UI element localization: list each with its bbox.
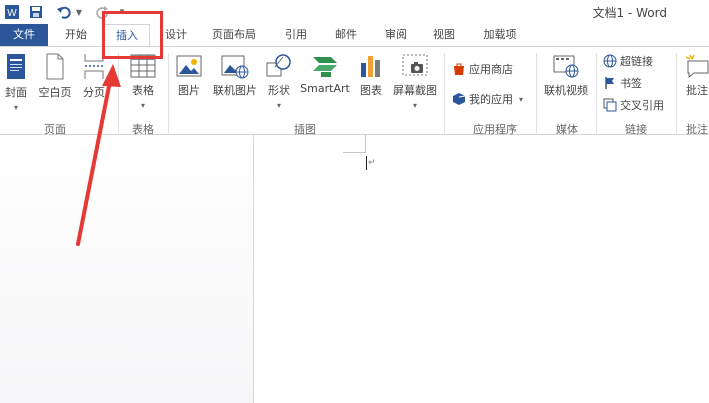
cover-page-button[interactable]: 封面 ▾ <box>2 53 30 113</box>
shapes-button[interactable]: 形状 ▾ <box>264 53 294 111</box>
document-left-margin <box>0 135 253 403</box>
tab-design[interactable]: 设计 <box>160 24 192 46</box>
tab-page-layout[interactable]: 页面布局 <box>206 24 262 46</box>
tab-home[interactable]: 开始 <box>56 24 96 46</box>
save-icon[interactable] <box>26 2 46 22</box>
undo-icon[interactable] <box>54 2 74 22</box>
shapes-icon <box>266 54 291 77</box>
cross-reference-button[interactable]: 交叉引用 <box>603 97 664 113</box>
tab-references[interactable]: 引用 <box>280 24 312 46</box>
tab-view[interactable]: 视图 <box>428 24 460 46</box>
tab-addins[interactable]: 加载项 <box>478 24 522 46</box>
paragraph-mark-icon: ↵ <box>368 158 376 168</box>
chart-button[interactable]: 图表 <box>356 53 386 98</box>
margin-corner-mark-horizontal <box>343 152 366 153</box>
office-store-button[interactable]: 应用商店 <box>452 61 513 77</box>
ribbon-insert: 封面 ▾ 空白页 分页 页面 表格 ▾ 表格 图片 联机图片 形状 ▾ Smar… <box>0 46 709 136</box>
text-cursor[interactable] <box>366 156 367 170</box>
blank-page-icon <box>46 53 64 80</box>
highlight-box-insert-tab <box>102 11 163 59</box>
window-title: 文档1 - Word <box>592 6 667 20</box>
svg-text:W: W <box>7 8 17 19</box>
online-picture-button[interactable]: 联机图片 <box>208 53 262 98</box>
bookmark-button[interactable]: 书签 <box>603 75 642 91</box>
hyperlink-icon <box>603 54 617 68</box>
bookmark-flag-icon <box>605 77 614 89</box>
picture-icon <box>176 55 202 77</box>
hyperlink-button[interactable]: 超链接 <box>603 53 653 69</box>
cover-page-icon <box>7 54 25 79</box>
screenshot-button[interactable]: 屏幕截图 ▾ <box>390 53 440 111</box>
smartart-button[interactable]: SmartArt <box>298 53 352 95</box>
store-icon <box>454 63 464 75</box>
tab-mailings[interactable]: 邮件 <box>330 24 362 46</box>
table-button[interactable]: 表格 ▾ <box>126 53 160 111</box>
page-left-edge <box>253 135 254 403</box>
smartart-icon <box>313 57 337 77</box>
my-apps-button[interactable]: 我的应用 ▾ <box>452 91 523 107</box>
comment-button[interactable]: 批注 <box>682 53 709 98</box>
page-break-button[interactable]: 分页 <box>80 53 108 100</box>
blank-page-button[interactable]: 空白页 <box>36 53 74 100</box>
online-picture-icon <box>221 55 249 79</box>
online-video-button[interactable]: 联机视频 <box>540 53 592 98</box>
undo-dropdown-icon[interactable]: ▼ <box>74 2 84 22</box>
new-comment-icon <box>685 54 709 79</box>
cross-reference-icon <box>603 98 617 112</box>
word-logo-icon: W <box>2 2 22 22</box>
online-video-icon <box>553 55 579 78</box>
tab-file[interactable]: 文件 <box>0 24 48 46</box>
screenshot-icon <box>402 54 428 76</box>
margin-corner-mark-vertical <box>365 135 366 153</box>
chart-icon <box>361 56 380 77</box>
my-apps-icon <box>453 93 466 105</box>
tab-review[interactable]: 审阅 <box>380 24 412 46</box>
picture-button[interactable]: 图片 <box>174 53 204 98</box>
